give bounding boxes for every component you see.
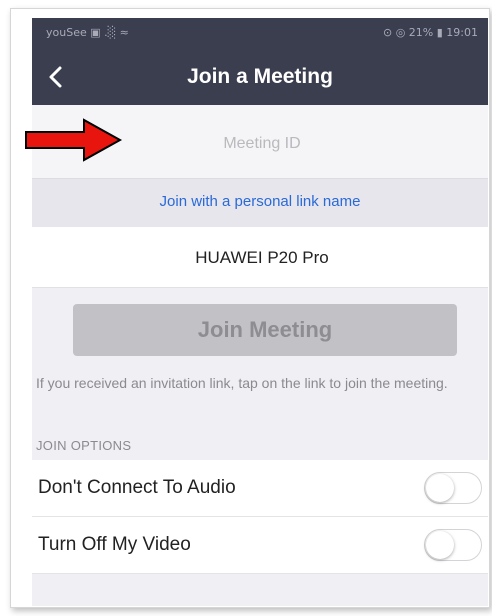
invitation-hint: If you received an invitation link, tap …: [36, 375, 448, 391]
status-bar-right: ⊙ ◎ 21% ▮ 19:01: [382, 26, 478, 39]
personal-link-row: Join with a personal link name: [32, 178, 488, 228]
video-toggle[interactable]: [424, 529, 482, 561]
option-label-audio: Don't Connect To Audio: [38, 477, 236, 498]
option-row-audio: Don't Connect To Audio: [32, 460, 488, 517]
phone-screen: youSee ▣ .░ ≈ ⊙ ◎ 21% ▮ 19:01 Join a Mee…: [32, 18, 488, 606]
nav-bar: Join a Meeting: [32, 50, 488, 105]
status-bar-left: youSee ▣ .░ ≈: [46, 26, 129, 39]
toggle-knob: [426, 474, 454, 502]
display-name-input[interactable]: [32, 237, 488, 279]
status-bar: youSee ▣ .░ ≈ ⊙ ◎ 21% ▮ 19:01: [32, 18, 488, 50]
join-meeting-button[interactable]: Join Meeting: [73, 304, 457, 356]
toggle-knob: [426, 531, 454, 559]
option-label-video: Turn Off My Video: [38, 534, 191, 555]
join-with-personal-link[interactable]: Join with a personal link name: [32, 193, 488, 210]
name-row: [32, 227, 488, 288]
red-arrow-icon: [25, 118, 123, 162]
join-options-header: JOIN OPTIONS: [36, 438, 132, 453]
audio-toggle[interactable]: [424, 472, 482, 504]
page-title: Join a Meeting: [187, 65, 333, 88]
option-row-video: Turn Off My Video: [32, 517, 488, 574]
